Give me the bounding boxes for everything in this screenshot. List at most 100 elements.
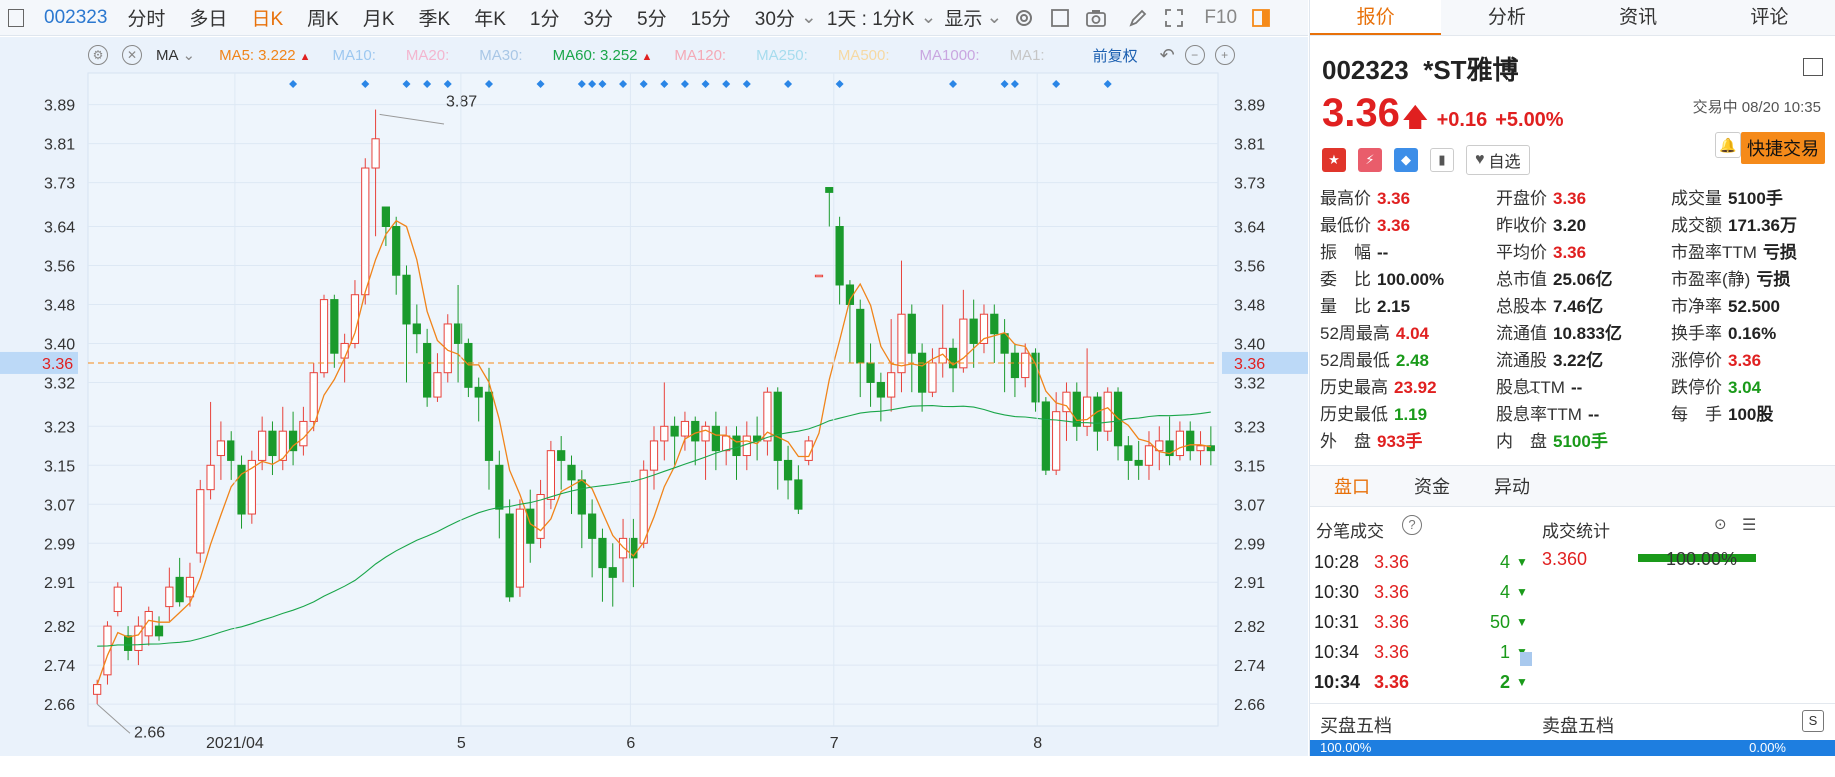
list-menu-icon[interactable]: ☰ <box>1742 515 1756 535</box>
period-tab-1分[interactable]: 1分 <box>530 4 560 31</box>
adjust-mode-link[interactable]: 前复权 <box>1093 45 1138 66</box>
ma-item-8[interactable]: MA1000: <box>920 47 988 64</box>
ma-item-1[interactable]: MA10: <box>333 47 384 64</box>
ma-item-6[interactable]: MA250: <box>756 47 816 64</box>
candle-body <box>1186 430 1195 452</box>
ma-item-label: MA30: <box>479 46 523 64</box>
side-panel-toggle-icon[interactable] <box>1249 6 1273 30</box>
add-favorite-button[interactable]: ♥ 自选 <box>1466 145 1530 175</box>
period-tab-年K[interactable]: 年K <box>474 4 506 31</box>
ma-label[interactable]: MA <box>156 47 179 64</box>
period-more-chevron-icon[interactable]: ⌄ <box>801 6 817 29</box>
sidebar-toggle-icon[interactable] <box>8 8 24 27</box>
ma-item-3[interactable]: MA30: <box>479 47 530 64</box>
ma-item-label: MA10: <box>332 46 376 64</box>
ma-item-0[interactable]: MA5: 3.222 ▲ <box>219 47 310 64</box>
ma-item-label: MA5: <box>219 46 255 64</box>
help-icon[interactable]: ? <box>1402 515 1422 535</box>
ma-items: MA5: 3.222 ▲ MA10: MA20: MA30: MA60: 3.252 ▲ MA12… <box>219 47 1075 64</box>
tab-分析[interactable]: 分析 <box>1441 0 1572 35</box>
panel-layout-icon[interactable] <box>1803 58 1823 76</box>
alert-bell-icon[interactable]: 🔔 <box>1715 132 1741 158</box>
period-tab-5分[interactable]: 5分 <box>637 4 667 31</box>
low-marker-label: 2.66 <box>134 724 165 741</box>
ma-item-7[interactable]: MA500: <box>838 47 898 64</box>
y-tick-left: 3.56 <box>44 258 75 275</box>
scroll-indicator[interactable] <box>1520 652 1532 666</box>
trade-vol: 4 <box>1499 552 1510 572</box>
period-tab-月K[interactable]: 月K <box>363 4 395 31</box>
ma-settings-gear-icon[interactable]: ⚙ <box>88 45 108 65</box>
china-flag-icon[interactable]: ★ <box>1322 148 1346 172</box>
candle-body <box>371 138 380 169</box>
subtab-异动[interactable]: 异动 <box>1494 473 1530 499</box>
candle-body <box>134 625 143 651</box>
candle-body <box>474 386 483 398</box>
ma-item-2[interactable]: MA20: <box>406 47 457 64</box>
last-price: 3.36 <box>1322 91 1400 135</box>
add-favorite-label: 自选 <box>1488 154 1521 171</box>
camera-icon[interactable] <box>1084 6 1108 30</box>
layout-square-icon[interactable] <box>1048 6 1072 30</box>
subtab-盘口[interactable]: 盘口 <box>1334 473 1370 499</box>
tab-资讯[interactable]: 资讯 <box>1573 0 1704 35</box>
stock-code: 002323 <box>1322 55 1409 85</box>
candle-body <box>423 342 432 398</box>
ma-close-icon[interactable]: ✕ <box>122 45 142 65</box>
tab-评论[interactable]: 评论 <box>1704 0 1835 35</box>
display-menu[interactable]: 显示 <box>944 4 982 31</box>
period-tab-周K[interactable]: 周K <box>307 4 339 31</box>
pencil-draw-icon[interactable] <box>1126 6 1150 30</box>
y-tick-left: 3.48 <box>44 297 75 314</box>
period-tab-15分[interactable]: 15分 <box>691 4 731 31</box>
ma-item-9[interactable]: MA1: <box>1010 47 1053 64</box>
current-price-label-right: 3.36 <box>1234 356 1265 373</box>
y-tick-left: 3.64 <box>44 220 75 237</box>
quick-trade-button[interactable]: 快捷交易 <box>1741 132 1825 164</box>
period-tab-30分[interactable]: 30分 <box>755 4 795 31</box>
undo-icon[interactable]: ↶ <box>1160 45 1175 66</box>
candle-body <box>990 313 999 335</box>
stat-item: 内 盘 5100手 <box>1496 428 1671 455</box>
kline-chart[interactable]: 3.89 3.89 3.81 3.81 3.73 3.73 3.64 3.64 3.56 3.56… <box>0 37 1308 756</box>
stat-label: 市净率 <box>1671 297 1722 316</box>
candle-body <box>1175 430 1185 457</box>
trade-down-arrow-icon: ▼ <box>1516 675 1528 689</box>
candle-body <box>299 420 308 447</box>
period-tab-多日[interactable]: 多日 <box>189 4 227 31</box>
subtab-资金[interactable]: 资金 <box>1414 473 1450 499</box>
stat-label: 流通股 <box>1496 351 1547 370</box>
settings-gear-icon[interactable] <box>1012 6 1036 30</box>
trade-time: 10:28 <box>1314 552 1360 572</box>
period-toolbar: 002323 分时 多日 日K 周K 月K 季K 年K 1分 3分 5分 15分… <box>0 0 1308 36</box>
fullscreen-icon[interactable] <box>1162 6 1186 30</box>
lightning-icon[interactable]: ⚡ <box>1358 148 1382 172</box>
period-tab-季K[interactable]: 季K <box>419 4 451 31</box>
more-options-icon[interactable]: ⊙ <box>1714 515 1727 533</box>
tab-报价[interactable]: 报价 <box>1310 0 1442 35</box>
candle-body <box>670 425 679 437</box>
bookmark-icon[interactable]: ▮ <box>1430 148 1454 172</box>
ma-item-4[interactable]: MA60: 3.252 ▲ <box>553 47 653 64</box>
stock-code-link[interactable]: 002323 <box>44 7 107 29</box>
ma-item-value: 3.222 <box>258 46 296 64</box>
period-tab-日K[interactable]: 日K <box>251 4 283 31</box>
period-dropdown[interactable]: 1天 : 1分K <box>827 4 915 31</box>
display-chevron-icon[interactable]: ⌄ <box>986 6 1002 29</box>
period-tab-3分[interactable]: 3分 <box>583 4 613 31</box>
collapse-chevron-icon[interactable]: ︿ <box>1526 378 1540 398</box>
book-settings-icon[interactable]: S <box>1802 710 1824 732</box>
tag-icon[interactable]: ◆ <box>1394 148 1418 172</box>
y-tick-left: 3.89 <box>44 98 75 115</box>
ma-item-5[interactable]: MA120: <box>674 47 734 64</box>
period-tab-分时[interactable]: 分时 <box>127 4 165 31</box>
stat-label: 委 比 <box>1320 270 1371 289</box>
kline-chart-area[interactable]: 3.89 3.89 3.81 3.81 3.73 3.73 3.64 3.64 3.56 3.56… <box>0 37 1308 756</box>
chevron-down-icon[interactable]: ⌄ <box>920 6 936 29</box>
f10-button[interactable]: F10 <box>1204 7 1237 29</box>
ma-chevron-down-icon[interactable]: ⌄ <box>183 46 196 64</box>
zoom-in-icon[interactable]: + <box>1214 45 1235 65</box>
zoom-out-icon[interactable]: − <box>1184 45 1205 65</box>
stat-label: 成交额 <box>1671 216 1722 235</box>
stat-item: 市净率 52.500 <box>1671 293 1835 320</box>
